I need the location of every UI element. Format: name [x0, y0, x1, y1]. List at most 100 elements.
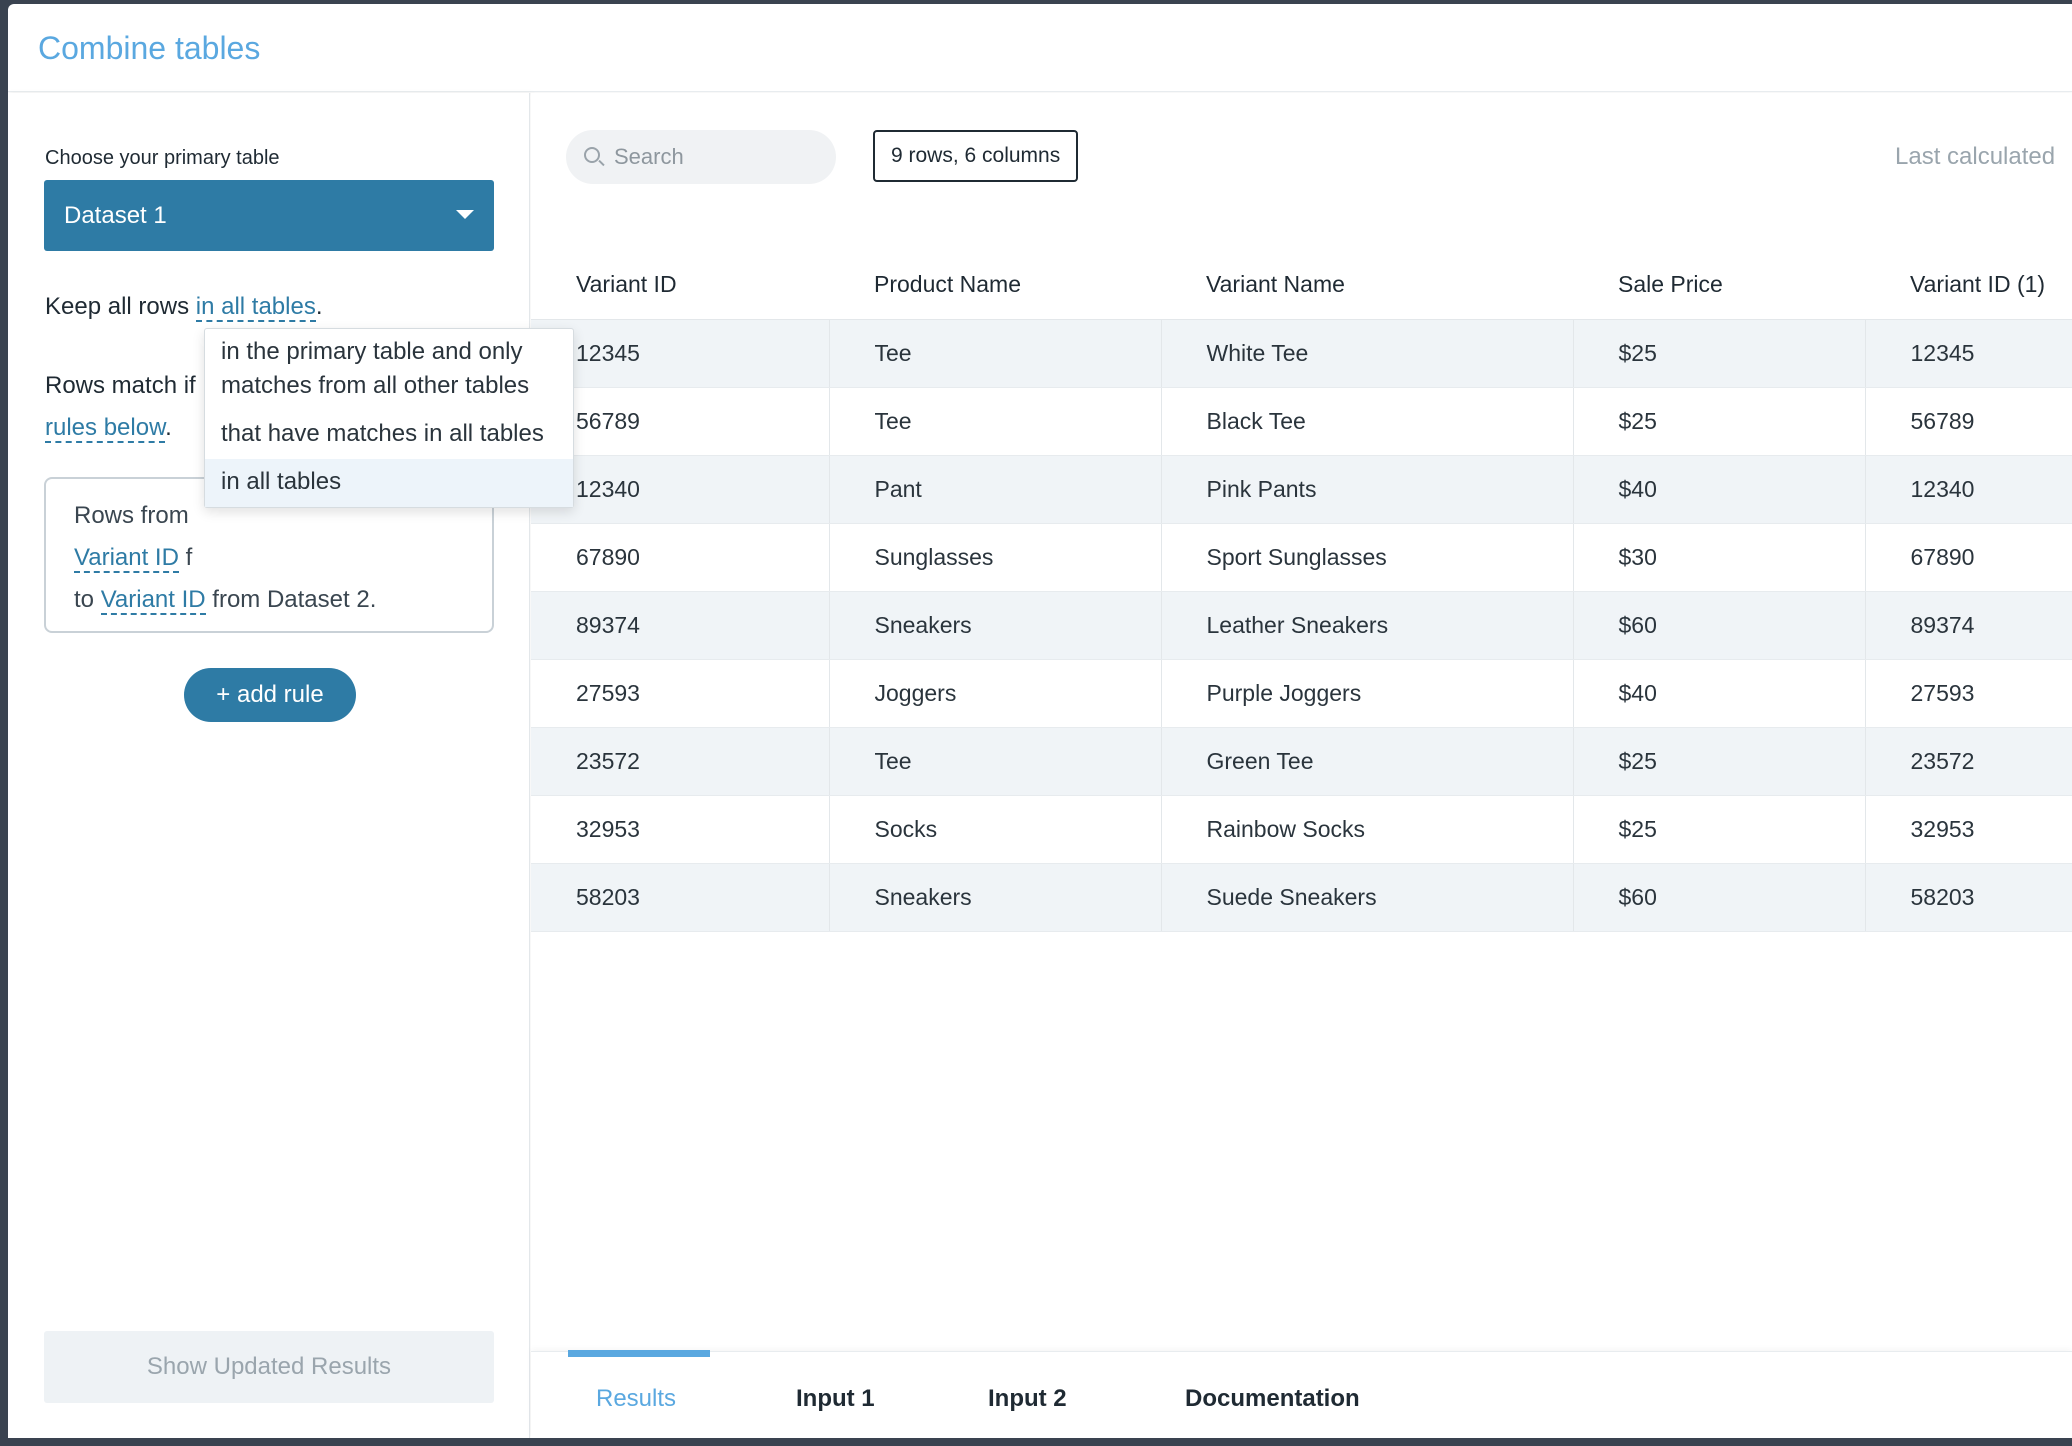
table-cell[interactable]: White Tee [1161, 319, 1574, 388]
table-row: 27593 Joggers Purple Joggers $40 27593 [531, 659, 2072, 728]
table-cell[interactable]: Sneakers [829, 591, 1162, 660]
table-row: 56789 Tee Black Tee $25 56789 [531, 387, 2072, 456]
table-cell[interactable]: 67890 [531, 523, 830, 592]
dropdown-option[interactable]: in the primary table and only matches fr… [205, 329, 573, 411]
keep-rows-sentence: Keep all rows in all tables. [45, 293, 323, 322]
rule-field-2-link[interactable]: Variant ID [100, 586, 206, 615]
table-cell[interactable]: 12345 [531, 319, 830, 388]
table-cell[interactable]: 58203 [531, 863, 830, 932]
caret-down-icon [456, 210, 474, 219]
table-cell[interactable]: 27593 [531, 659, 830, 728]
add-rule-button[interactable]: + add rule [184, 668, 356, 722]
table-cell[interactable]: 23572 [531, 727, 830, 796]
keep-rows-suffix: . [315, 293, 323, 320]
show-updated-results-button[interactable]: Show Updated Results [44, 1331, 494, 1403]
table-cell[interactable]: Joggers [829, 659, 1162, 728]
row-column-count-badge: 9 rows, 6 columns [873, 130, 1079, 182]
table-cell[interactable]: 12340 [1865, 455, 2072, 524]
config-panel: Choose your primary table Dataset 1 Keep… [8, 93, 530, 1438]
modal-title: Combine tables [38, 30, 261, 66]
combine-tables-modal: Combine tables Choose your primary table… [8, 4, 2072, 1438]
table-row: 67890 Sunglasses Sport Sunglasses $30 67… [531, 523, 2072, 592]
rule-prefix: Rows from [74, 502, 189, 529]
table-cell[interactable]: Socks [829, 795, 1162, 864]
table-cell[interactable]: $40 [1573, 659, 1866, 728]
table-cell[interactable]: 12345 [1865, 319, 2072, 388]
tab-results[interactable]: Results [567, 1350, 711, 1438]
table-cell[interactable]: Suede Sneakers [1161, 863, 1574, 932]
table-row: 58203 Sneakers Suede Sneakers $60 58203 [531, 863, 2072, 932]
table-cell[interactable]: $40 [1573, 455, 1866, 524]
table-cell[interactable]: 89374 [531, 591, 830, 660]
table-cell[interactable]: $25 [1573, 387, 1866, 456]
table-cell[interactable]: 23572 [1865, 727, 2072, 796]
table-cell[interactable]: Tee [829, 319, 1162, 388]
table-row: 89374 Sneakers Leather Sneakers $60 8937… [531, 591, 2072, 660]
column-header[interactable]: Variant ID (1) [1865, 251, 2072, 320]
dropdown-option[interactable]: that have matches in all tables [205, 411, 573, 459]
table-cell[interactable]: Black Tee [1161, 387, 1574, 456]
rules-below-link[interactable]: rules below [45, 414, 166, 443]
table-cell[interactable]: Rainbow Socks [1161, 795, 1574, 864]
bottom-tab-bar: Results Input 1 Input 2 Documentation [531, 1350, 2072, 1438]
tab-input-1[interactable]: Input 1 [796, 1352, 875, 1438]
table-cell[interactable]: $30 [1573, 523, 1866, 592]
column-header[interactable]: Variant ID [531, 251, 829, 320]
table-cell[interactable]: 32953 [531, 795, 830, 864]
table-cell[interactable]: 27593 [1865, 659, 2072, 728]
rows-match-prefix: Rows match if [45, 372, 196, 399]
table-cell[interactable]: Leather Sneakers [1161, 591, 1574, 660]
table-cell[interactable]: Tee [829, 727, 1162, 796]
keep-rows-prefix: Keep all rows [45, 293, 196, 320]
table-cell[interactable]: $25 [1573, 319, 1866, 388]
primary-table-label: Choose your primary table [45, 147, 280, 169]
table-cell[interactable]: 89374 [1865, 591, 2072, 660]
search-input[interactable] [614, 130, 824, 184]
dropdown-option-selected[interactable]: in all tables [205, 459, 573, 507]
table-cell[interactable]: $60 [1573, 863, 1866, 932]
table-row: 32953 Socks Rainbow Socks $25 32953 [531, 795, 2072, 864]
table-row: 23572 Tee Green Tee $25 23572 [531, 727, 2072, 796]
table-cell[interactable]: Sport Sunglasses [1161, 523, 1574, 592]
table-cell[interactable]: Tee [829, 387, 1162, 456]
table-cell[interactable]: $60 [1573, 591, 1866, 660]
tab-documentation[interactable]: Documentation [1185, 1352, 1360, 1438]
rule-suffix: from Dataset 2. [205, 586, 377, 613]
column-header[interactable]: Variant Name [1161, 251, 1573, 320]
modal-header: Combine tables [8, 4, 2072, 92]
table-cell[interactable]: 32953 [1865, 795, 2072, 864]
rule-field-1-link[interactable]: Variant ID [74, 544, 179, 573]
tab-input-2[interactable]: Input 2 [988, 1352, 1067, 1438]
search-box[interactable] [566, 130, 836, 184]
table-cell[interactable]: 56789 [1865, 387, 2072, 456]
rule-to: to [74, 586, 101, 613]
table-row: 12340 Pant Pink Pants $40 12340 [531, 455, 2072, 524]
results-table-container[interactable]: Variant ID Product Name Variant Name Sal… [531, 251, 2072, 1016]
search-icon [584, 147, 600, 163]
results-panel: 9 rows, 6 columns Last calculated Varian… [531, 93, 2072, 1438]
table-cell[interactable]: Sneakers [829, 863, 1162, 932]
table-row: 12345 Tee White Tee $25 12345 [531, 319, 2072, 388]
primary-table-value: Dataset 1 [64, 202, 167, 229]
primary-table-select[interactable]: Dataset 1 [44, 180, 494, 251]
table-cell[interactable]: Pant [829, 455, 1162, 524]
table-cell[interactable]: Green Tee [1161, 727, 1574, 796]
table-cell[interactable]: $25 [1573, 727, 1866, 796]
table-cell[interactable]: 58203 [1865, 863, 2072, 932]
keep-rows-option-link[interactable]: in all tables [195, 293, 316, 322]
table-cell[interactable]: 56789 [531, 387, 830, 456]
table-cell[interactable]: Pink Pants [1161, 455, 1574, 524]
table-cell[interactable]: 12340 [531, 455, 830, 524]
rows-match-suffix: . [165, 414, 172, 441]
results-table: Variant ID Product Name Variant Name Sal… [531, 251, 2072, 932]
table-cell[interactable]: Purple Joggers [1161, 659, 1574, 728]
keep-rows-dropdown: in the primary table and only matches fr… [204, 328, 574, 508]
rule-mid: f [178, 544, 193, 571]
table-cell[interactable]: Sunglasses [829, 523, 1162, 592]
table-cell[interactable]: 67890 [1865, 523, 2072, 592]
last-calculated-text: Last calculated [1895, 143, 2056, 170]
table-header-row: Variant ID Product Name Variant Name Sal… [531, 251, 2072, 320]
column-header[interactable]: Product Name [829, 251, 1161, 320]
column-header[interactable]: Sale Price [1573, 251, 1865, 320]
table-cell[interactable]: $25 [1573, 795, 1866, 864]
